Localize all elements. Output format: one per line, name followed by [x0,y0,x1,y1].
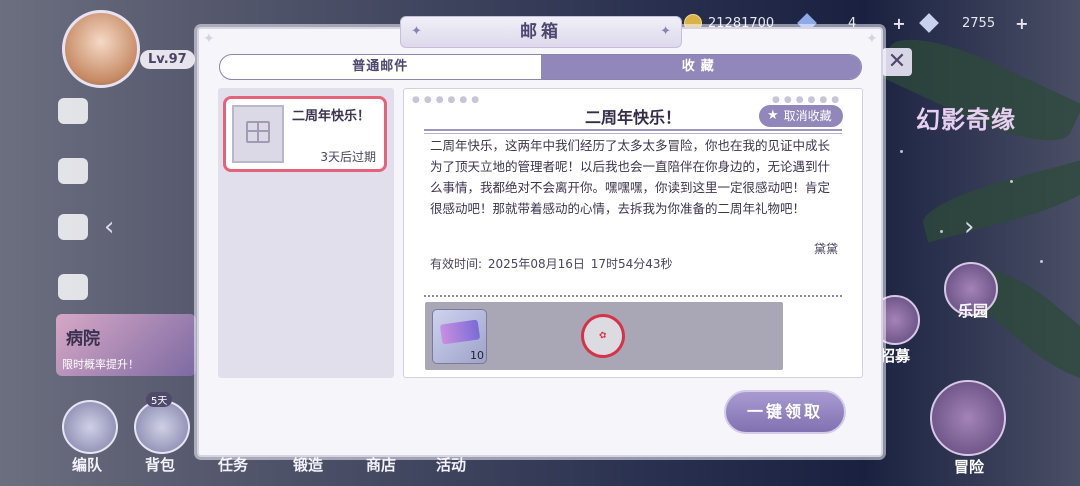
nav-quest[interactable]: 任务 [218,454,248,475]
mail-body: 二周年快乐，这两年中我们经历了太多太多冒险，你也在我的见证中成长为了顶天立地的管… [430,138,831,216]
mail-thumbnail [232,105,284,163]
mail-item-title: 二周年快乐！ [292,109,371,124]
add-diamond-button[interactable]: + [1015,14,1028,33]
handshake-icon[interactable] [58,214,88,240]
title-divider [424,129,842,131]
banner-subtitle: 限时概率提升！ [62,358,139,371]
nav-bag[interactable]: 背包 [145,454,175,475]
nav-formation[interactable]: 编队 [72,454,102,475]
unfavorite-label: 取消收藏 [783,109,832,123]
bag-icon[interactable] [134,400,190,454]
mail-item-expire: 3天后过期 [320,150,376,164]
unfavorite-button[interactable]: ★ 取消收藏 [759,105,843,127]
chevron-right-icon[interactable]: › [964,212,974,242]
player-level: Lv.97 [140,50,195,69]
close-icon[interactable]: ✕ [882,48,912,76]
attachment-quantity: 10 [470,349,484,362]
corner-ornament-icon: ✦ [866,31,878,47]
adventure-icon[interactable] [930,380,1006,456]
dialog-title: 邮箱 [520,22,562,42]
tab-favorites[interactable]: 收藏 [540,55,861,79]
bird-icon[interactable] [58,274,88,300]
nav-shop[interactable]: 商店 [366,454,396,475]
event-timer: 5天 [146,392,173,407]
mail-expire-time: 有效时间: 2025年08月16日 17时54分43秒 [430,257,673,271]
title-divider-thin [424,133,842,134]
mail-tabs: 普通邮件 收藏 [219,54,862,80]
diamond-counter: 2755 + [919,12,1029,34]
event-banner[interactable]: 病院 限时概率提升！ [56,314,196,376]
menu-grid-icon[interactable] [58,98,88,124]
formation-icon[interactable] [62,400,118,454]
nav-park[interactable]: 乐园 [958,300,988,321]
star-icon: ★ [767,108,779,123]
banner-title: 病院 [66,329,100,349]
game-logo: 幻影奇缘 [916,105,1016,134]
nav-event[interactable]: 活动 [436,454,466,475]
ticket-graphic [439,319,481,345]
nav-recruit[interactable]: 招募 [880,345,910,366]
dialog-title-plate: ✦ 邮箱 ✦ [400,16,682,48]
mail-signature: 黛黛 [814,242,839,256]
mail-list-item[interactable]: 二周年快乐！ 3天后过期 [223,96,387,172]
corner-ornament-icon: ✦ [203,31,215,47]
player-avatar[interactable] [62,10,140,88]
tab-normal-mail[interactable]: 普通邮件 [220,55,541,79]
sparkle-icon: ✦ [660,24,671,39]
diamond-value: 2755 [962,15,996,31]
gift-icon [246,121,270,143]
sparkle-icon: ✦ [411,24,422,39]
add-blue-gem-button[interactable]: + [892,14,905,33]
chevron-left-icon[interactable]: ‹ [104,212,114,242]
mail-envelope-icon[interactable] [58,158,88,184]
attachment-divider [424,295,842,297]
nav-adventure[interactable]: 冒险 [954,456,984,477]
nav-forge[interactable]: 锻造 [293,454,323,475]
diamond-icon [919,13,939,33]
claim-all-button[interactable]: 一键领取 [724,390,846,434]
